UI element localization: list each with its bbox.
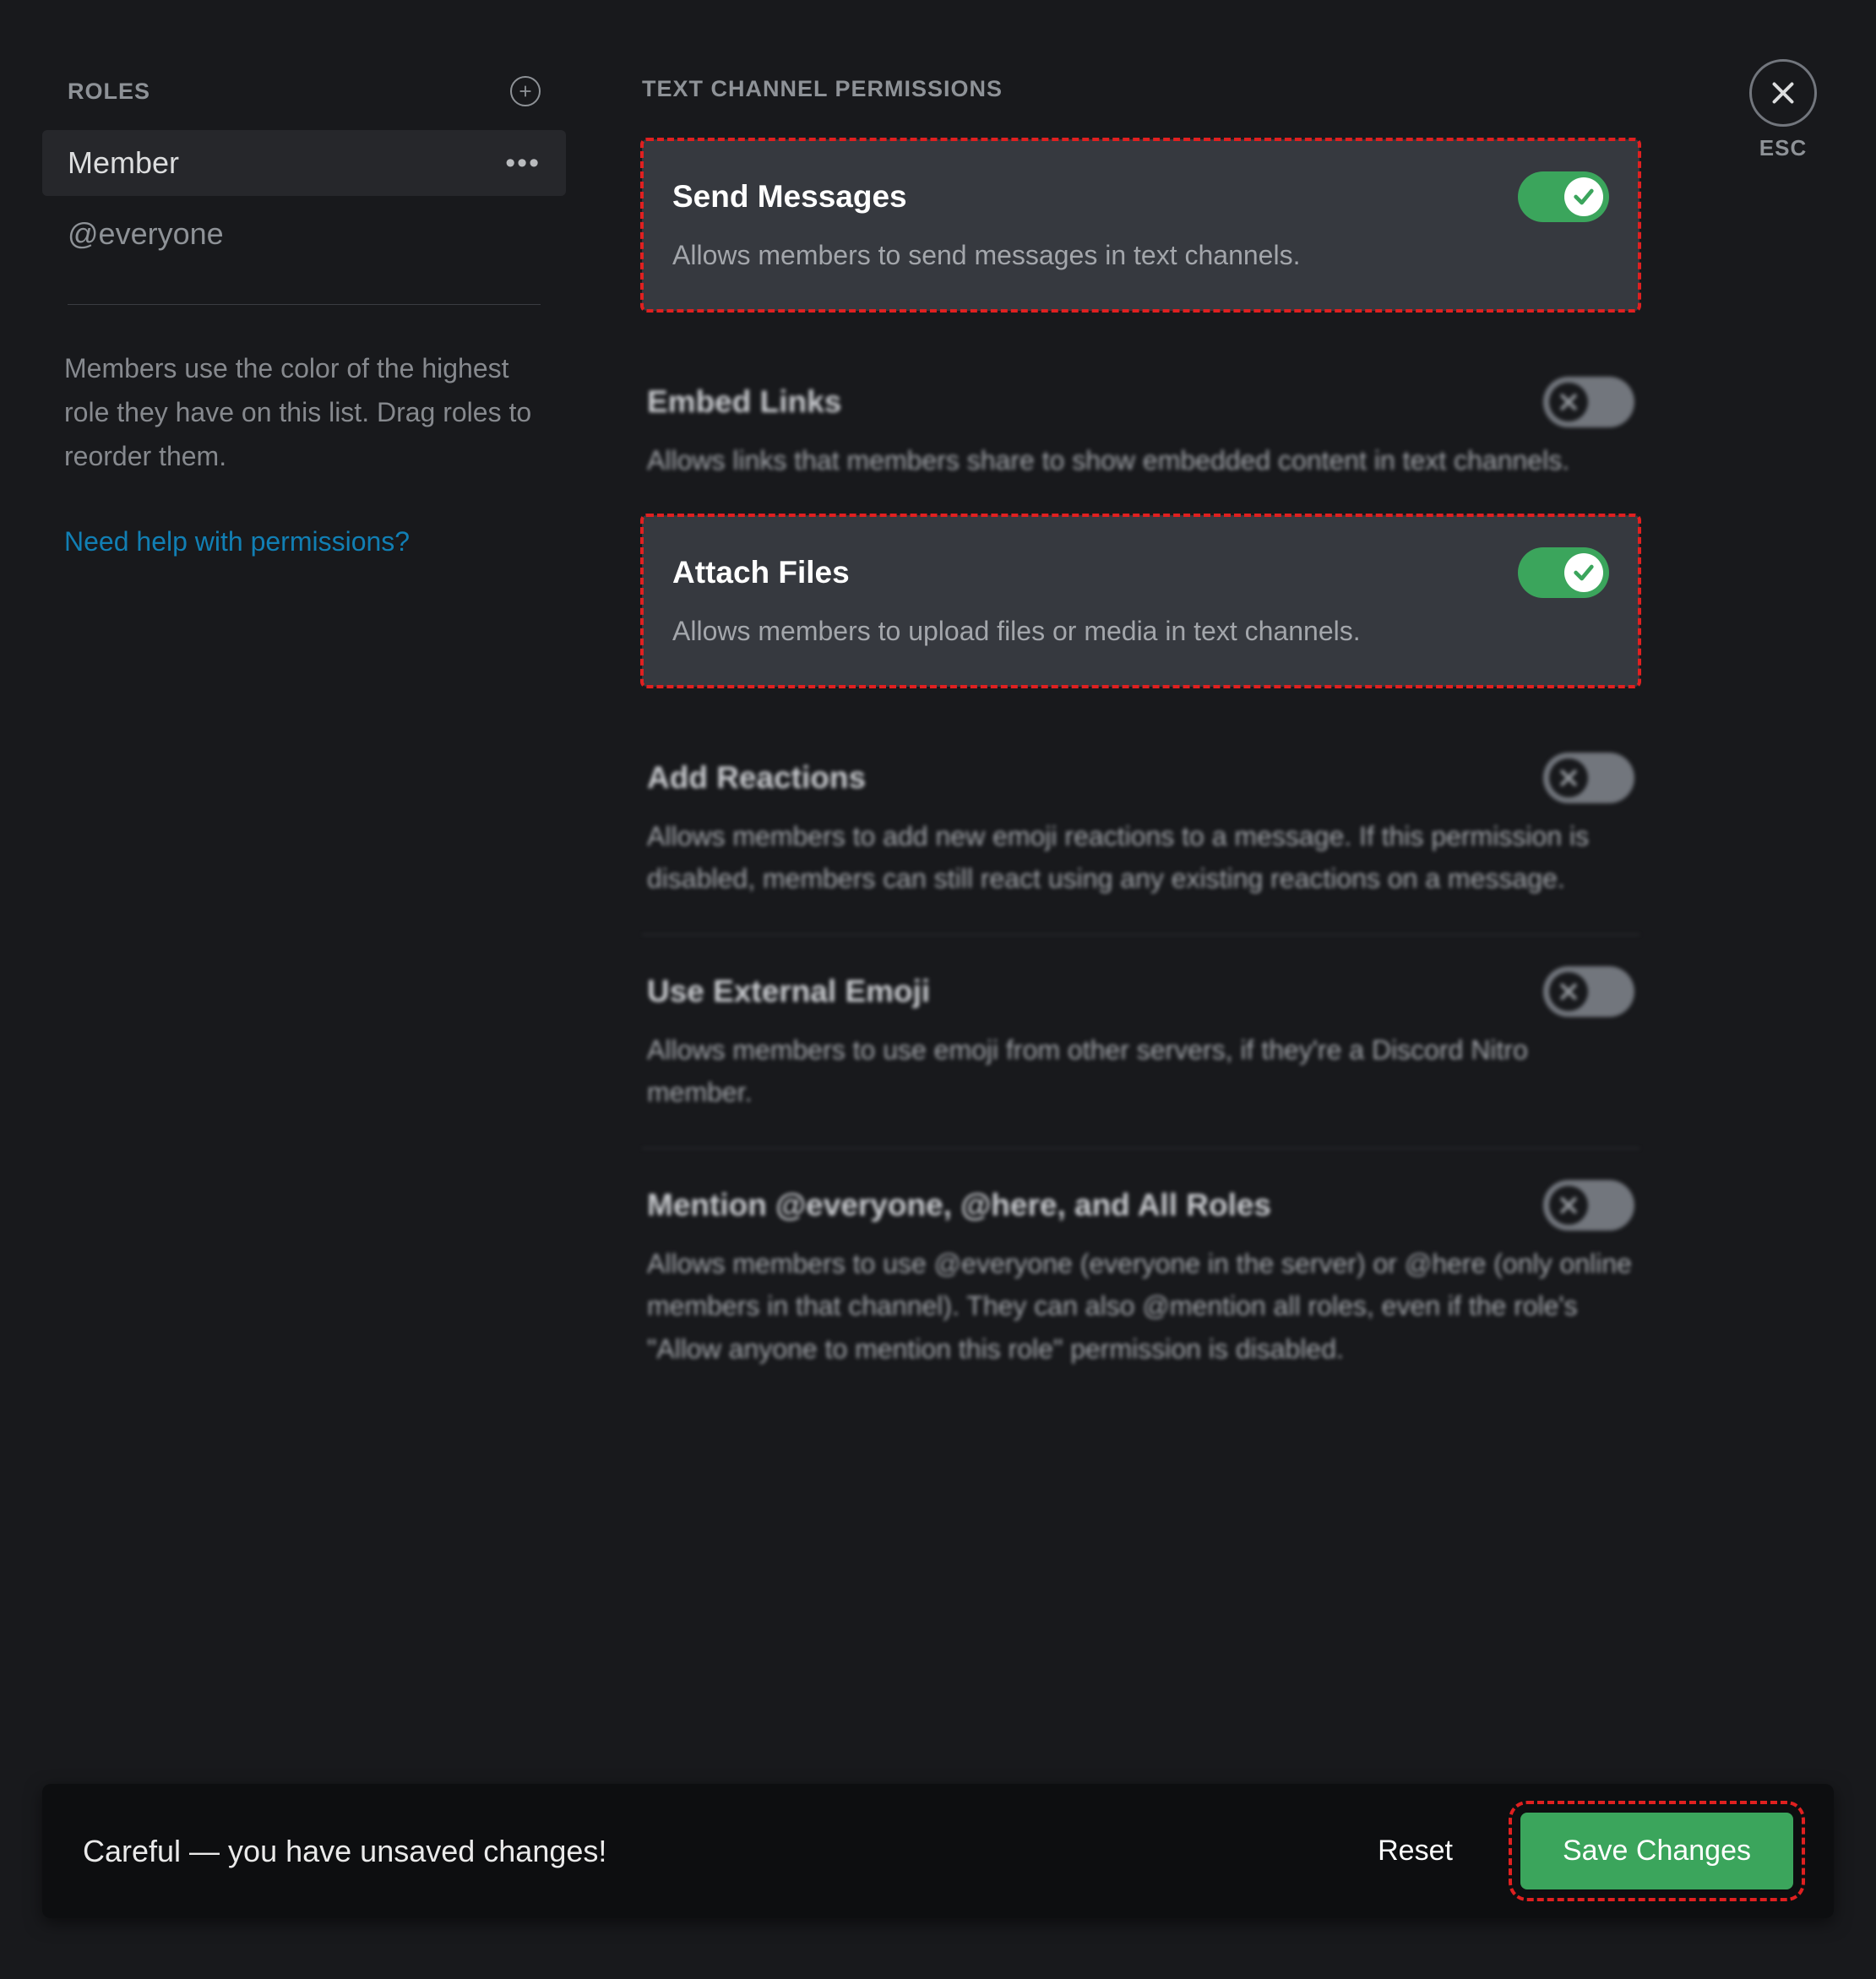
close-wrap: ESC	[1749, 59, 1817, 161]
role-list: Member ••• @everyone	[42, 130, 566, 267]
reset-button[interactable]: Reset	[1378, 1835, 1453, 1868]
x-icon	[1549, 383, 1588, 421]
help-link[interactable]: Need help with permissions?	[42, 520, 566, 564]
x-icon	[1549, 758, 1588, 797]
permission-toggle[interactable]	[1543, 377, 1634, 427]
permission-toggle[interactable]	[1543, 966, 1634, 1017]
esc-label: ESC	[1749, 135, 1817, 161]
permission-send-messages: Send Messages Allows members to send mess…	[642, 139, 1639, 311]
add-role-icon[interactable]	[510, 76, 541, 106]
x-icon	[1549, 972, 1588, 1011]
x-icon	[1549, 1186, 1588, 1225]
permission-attach-files: Attach Files Allows members to upload fil…	[642, 515, 1639, 687]
permission-add-reactions: Add Reactions Allows members to add new e…	[642, 720, 1639, 934]
unsaved-changes-bar: Careful — you have unsaved changes! Rese…	[42, 1784, 1834, 1918]
permission-embed-links: Embed Links Allows links that members sha…	[642, 345, 1639, 516]
roles-heading: ROLES	[68, 79, 150, 105]
role-item-member[interactable]: Member •••	[42, 130, 566, 196]
permission-toggle[interactable]	[1543, 753, 1634, 803]
permission-use-external-emoji: Use External Emoji Allows members to use …	[642, 934, 1639, 1148]
permission-description: Allows members to use emoji from other s…	[647, 1029, 1634, 1114]
check-icon	[1564, 177, 1603, 216]
permission-description: Allows members to use @everyone (everyon…	[647, 1242, 1634, 1371]
permission-title: Attach Files	[672, 555, 850, 590]
permission-mention-everyone: Mention @everyone, @here, and All Roles A…	[642, 1148, 1639, 1405]
permission-toggle[interactable]	[1518, 171, 1609, 222]
permission-description: Allows members to send messages in text …	[672, 234, 1609, 277]
permission-toggle[interactable]	[1543, 1180, 1634, 1231]
permission-toggle[interactable]	[1518, 547, 1609, 598]
permission-description: Allows links that members share to show …	[647, 439, 1634, 482]
permission-title: Embed Links	[647, 384, 841, 420]
role-options-icon[interactable]: •••	[505, 147, 541, 180]
divider	[68, 304, 541, 305]
permission-description: Allows members to add new emoji reaction…	[647, 815, 1634, 900]
role-item-everyone[interactable]: @everyone	[42, 201, 566, 267]
permission-title: Use External Emoji	[647, 974, 930, 1009]
section-header: TEXT CHANNEL PERMISSIONS	[642, 76, 1639, 102]
permission-title: Mention @everyone, @here, and All Roles	[647, 1188, 1271, 1223]
permission-list: Send Messages Allows members to send mess…	[642, 139, 1639, 1404]
permission-title: Add Reactions	[647, 760, 866, 796]
save-message: Careful — you have unsaved changes!	[83, 1834, 1378, 1869]
roles-hint: Members use the color of the highest rol…	[42, 347, 566, 478]
check-icon	[1564, 553, 1603, 592]
permission-title: Send Messages	[672, 179, 907, 215]
permission-description: Allows members to upload files or media …	[672, 610, 1609, 653]
role-name: Member	[68, 145, 179, 181]
main-panel: TEXT CHANNEL PERMISSIONS Send Messages Al…	[566, 42, 1834, 1979]
sidebar: ROLES Member ••• @everyone Members use t…	[42, 42, 566, 1979]
save-changes-button[interactable]: Save Changes	[1520, 1813, 1793, 1889]
role-name: @everyone	[68, 216, 224, 252]
close-button[interactable]	[1749, 59, 1817, 127]
